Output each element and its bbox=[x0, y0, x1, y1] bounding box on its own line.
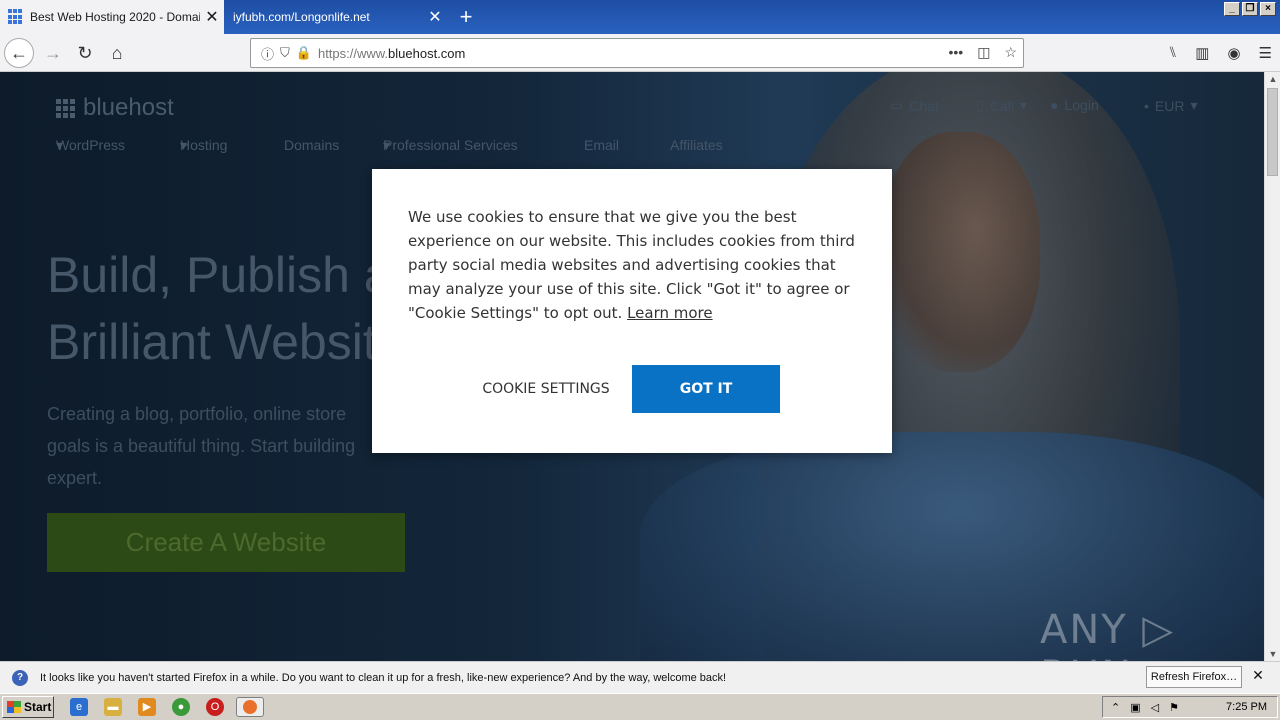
cookie-dialog: We use cookies to ensure that we give yo… bbox=[372, 169, 892, 453]
menu-icon[interactable]: ☰ bbox=[1259, 44, 1272, 62]
tab-title: iyfubh.com/Longonlife.net bbox=[233, 10, 370, 24]
pocket-icon[interactable]: ◫ bbox=[977, 44, 990, 61]
nav-domains[interactable]: Domains bbox=[284, 137, 339, 153]
account-icon[interactable]: ◉ bbox=[1227, 44, 1240, 62]
volume-icon[interactable]: ◁ bbox=[1151, 701, 1159, 714]
minimize-button[interactable]: _ bbox=[1224, 2, 1240, 16]
library-icon[interactable]: ⑊ bbox=[1168, 44, 1177, 62]
question-icon: ? bbox=[12, 669, 28, 686]
phone-icon: ▯ bbox=[976, 97, 984, 113]
chat-label: Chat bbox=[909, 97, 939, 114]
taskbar: Start e ▬ ▶ ● O ⌃ ▣ ◁ ⚑ 7:25 PM bbox=[0, 693, 1280, 720]
start-button[interactable]: Start bbox=[2, 696, 54, 718]
nav-wordpress[interactable]: WordPress ▾ bbox=[56, 137, 125, 154]
hero-sub-line2: goals is a beautiful thing. Start buildi… bbox=[47, 436, 356, 456]
flag-icon: • bbox=[1144, 97, 1149, 114]
restore-button[interactable]: ❐ bbox=[1242, 2, 1258, 16]
bluehost-favicon-icon bbox=[8, 9, 24, 25]
user-icon: ● bbox=[1050, 97, 1059, 113]
firefox-notification-bar: ? It looks like you haven't started Fire… bbox=[0, 661, 1280, 693]
ie-icon[interactable]: e bbox=[70, 698, 88, 716]
url-protocol: https://www. bbox=[317, 45, 389, 61]
scroll-up-icon[interactable]: ▲ bbox=[1265, 72, 1280, 86]
nav-bar: ← → ↻ ⌂ ⓘ ⛉ 🔒 https://www. bluehost.com … bbox=[0, 34, 1280, 72]
firefox-icon bbox=[243, 700, 257, 714]
new-tab-button[interactable]: + bbox=[452, 3, 480, 31]
action-center-flag-icon[interactable]: ⚑ bbox=[1169, 701, 1179, 714]
logo-grid-icon bbox=[56, 98, 75, 118]
close-notification-icon[interactable]: ✕ bbox=[1250, 667, 1266, 687]
close-window-button[interactable]: × bbox=[1260, 2, 1276, 16]
windows-logo-icon bbox=[7, 701, 21, 713]
sidebar-icon[interactable]: ▥ bbox=[1195, 44, 1209, 62]
tray-expand-icon[interactable]: ⌃ bbox=[1111, 701, 1120, 714]
hero-photo-face bbox=[880, 132, 1040, 372]
scroll-down-icon[interactable]: ▼ bbox=[1265, 647, 1280, 661]
hero-title: Build, Publish a Brilliant Websit bbox=[47, 242, 392, 376]
hero-sub-line1: Creating a blog, portfolio, online store bbox=[47, 404, 347, 424]
tab-bluehost[interactable]: Best Web Hosting 2020 - Domains ✕ bbox=[0, 0, 224, 34]
login-link[interactable]: ● Login bbox=[1050, 97, 1099, 113]
cookie-message: We use cookies to ensure that we give yo… bbox=[408, 205, 860, 325]
refresh-firefox-button[interactable]: Refresh Firefox… bbox=[1146, 666, 1242, 688]
chat-icon: ▭ bbox=[890, 97, 904, 113]
got-it-button[interactable]: GOT IT bbox=[632, 365, 780, 413]
hero-sub-line3: expert. bbox=[47, 468, 103, 488]
create-website-button[interactable]: Create A Website bbox=[47, 513, 405, 572]
logo-text: bluehost bbox=[83, 94, 174, 121]
media-player-icon[interactable]: ▶ bbox=[138, 698, 156, 716]
chevron-down-icon: ▾ bbox=[1019, 97, 1027, 113]
clock: 7:25 PM bbox=[1226, 701, 1267, 713]
network-icon[interactable]: ▣ bbox=[1130, 701, 1140, 714]
notification-message: It looks like you haven't started Firefo… bbox=[40, 671, 727, 684]
currency-label: EUR bbox=[1154, 97, 1185, 114]
tracking-shield-icon[interactable]: ⛉ bbox=[280, 45, 290, 61]
tab-iyfubh[interactable]: iyfubh.com/Longonlife.net ✕ bbox=[225, 0, 447, 34]
toolbar-right: ⑊ ▥ ◉ ☰ bbox=[1168, 44, 1272, 62]
close-tab-icon[interactable]: ✕ bbox=[200, 7, 224, 27]
hero-title-line1: Build, Publish a bbox=[47, 247, 392, 303]
call-label: Call bbox=[989, 97, 1014, 114]
nav-email[interactable]: Email bbox=[584, 137, 619, 153]
chrome-icon[interactable]: ● bbox=[172, 698, 190, 716]
tab-strip: Best Web Hosting 2020 - Domains ✕ iyfubh… bbox=[0, 0, 1280, 34]
nav-affiliates[interactable]: Affiliates bbox=[670, 137, 723, 153]
cookie-settings-button[interactable]: COOKIE SETTINGS bbox=[468, 365, 624, 413]
vertical-scrollbar[interactable]: ▲ ▼ bbox=[1264, 72, 1280, 661]
learn-more-link[interactable]: Learn more bbox=[627, 304, 713, 322]
firefox-taskbar-button[interactable] bbox=[236, 697, 264, 717]
call-link[interactable]: ▯ Call ▾ bbox=[976, 97, 1027, 114]
nav-hosting[interactable]: Hosting ▾ bbox=[180, 137, 227, 154]
home-button[interactable]: ⌂ bbox=[102, 38, 132, 68]
close-tab-icon[interactable]: ✕ bbox=[423, 7, 447, 27]
folder-icon[interactable]: ▬ bbox=[104, 698, 122, 716]
tab-title: Best Web Hosting 2020 - Domains bbox=[30, 10, 200, 24]
nav-professional-services[interactable]: Professional Services ▾ bbox=[383, 137, 518, 154]
hero-subtitle: Creating a blog, portfolio, online store… bbox=[47, 398, 355, 494]
currency-select[interactable]: • EUR ▾ bbox=[1144, 97, 1198, 114]
bookmark-star-icon[interactable]: ☆ bbox=[1004, 44, 1017, 61]
back-button[interactable]: ← bbox=[4, 38, 34, 68]
anyrun-watermark: ANY ▷ RUN bbox=[1040, 607, 1176, 661]
lock-icon[interactable]: 🔒 bbox=[296, 45, 312, 61]
chevron-down-icon: ▾ bbox=[1190, 97, 1198, 113]
bluehost-logo[interactable]: bluehost bbox=[56, 94, 174, 122]
system-tray: ⌃ ▣ ◁ ⚑ 7:25 PM bbox=[1102, 696, 1278, 718]
forward-button[interactable]: → bbox=[38, 38, 68, 68]
opera-icon[interactable]: O bbox=[206, 698, 224, 716]
hero-title-line2: Brilliant Websit bbox=[47, 314, 377, 370]
login-label: Login bbox=[1064, 97, 1099, 113]
url-host: bluehost.com bbox=[388, 45, 466, 61]
window-controls: _ ❐ × bbox=[1224, 2, 1276, 16]
start-label: Start bbox=[24, 700, 52, 714]
scroll-thumb[interactable] bbox=[1267, 88, 1278, 176]
page-actions-icon[interactable]: ••• bbox=[948, 44, 963, 61]
info-icon[interactable]: ⓘ bbox=[261, 44, 274, 63]
url-bar[interactable]: ⓘ ⛉ 🔒 https://www. bluehost.com ••• ◫ ☆ bbox=[250, 38, 1024, 68]
reload-button[interactable]: ↻ bbox=[70, 38, 100, 68]
chat-link[interactable]: ▭ Chat bbox=[890, 97, 939, 114]
